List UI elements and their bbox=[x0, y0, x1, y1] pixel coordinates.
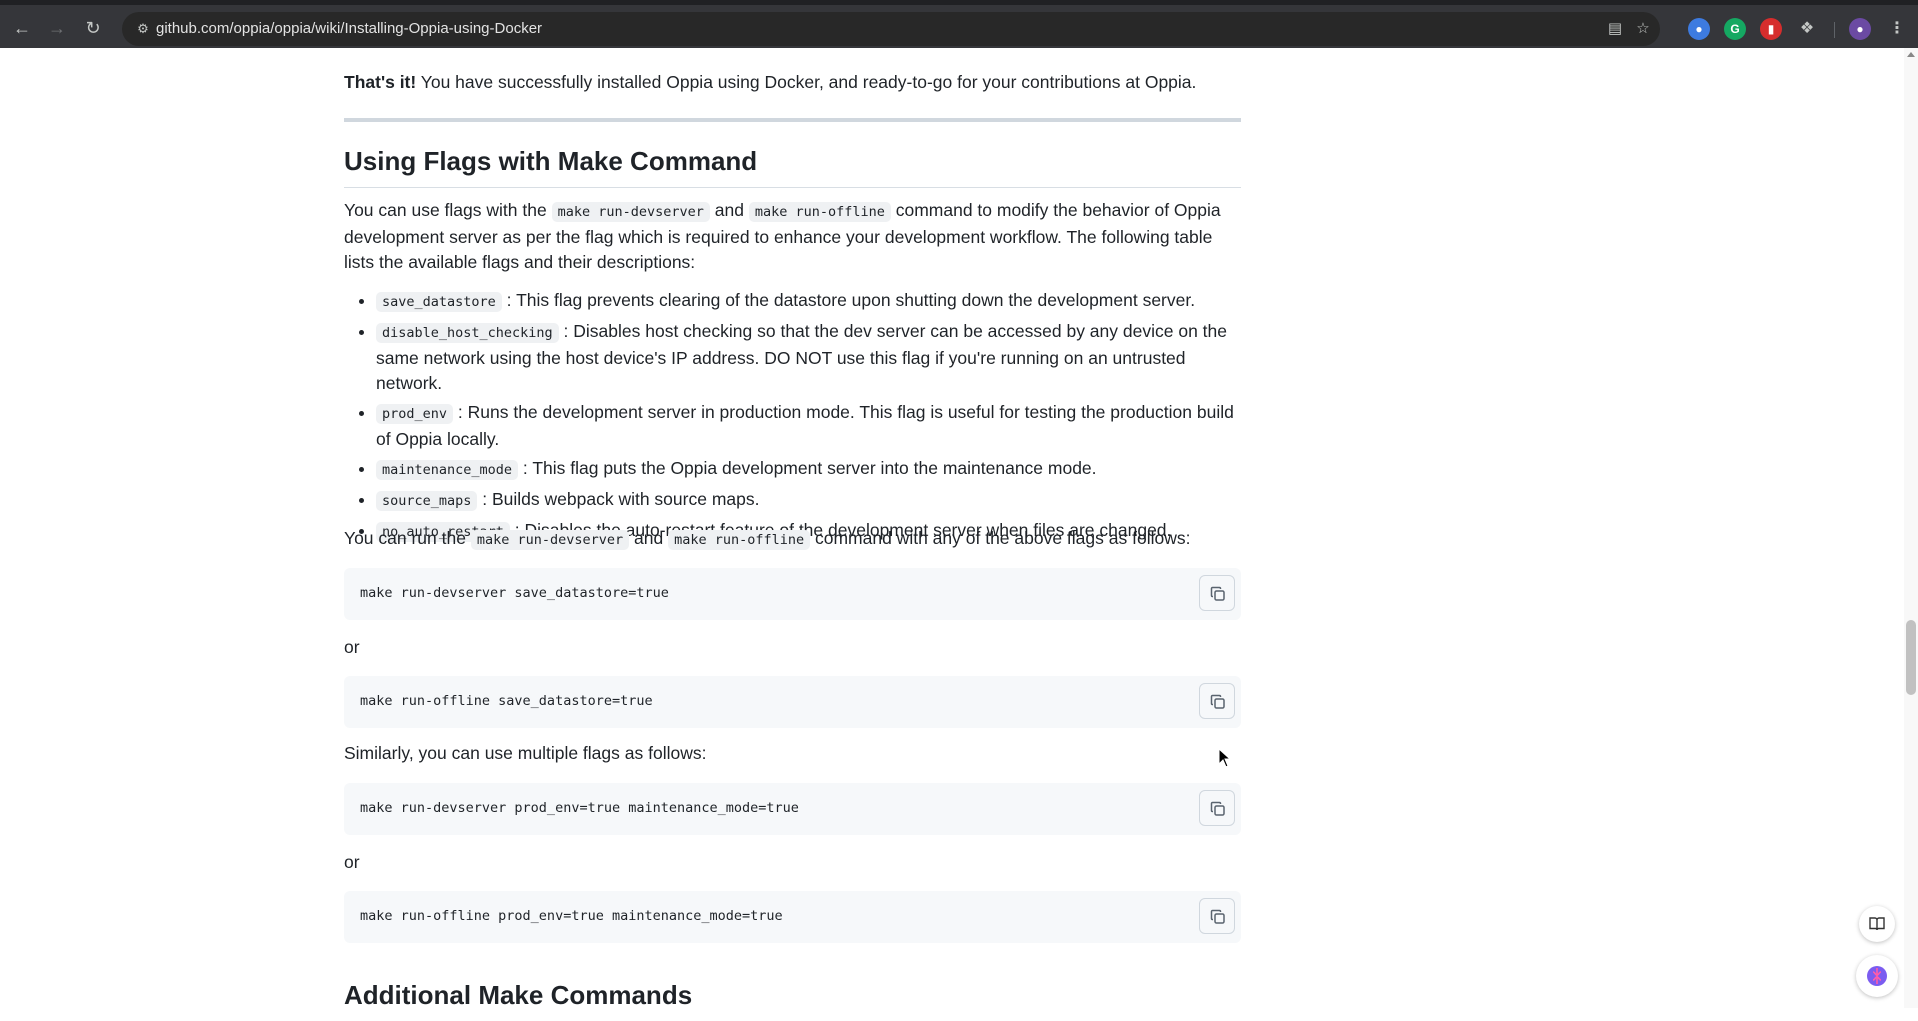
list-item: disable_host_checking : Disables host ch… bbox=[376, 319, 1241, 396]
reader-mode-button[interactable] bbox=[1859, 906, 1895, 942]
browser-menu-icon[interactable]: ⋮ bbox=[1886, 18, 1908, 40]
copy-icon bbox=[1210, 801, 1225, 816]
bookmark-star-icon[interactable]: ☆ bbox=[1632, 18, 1654, 40]
copy-button[interactable] bbox=[1199, 683, 1235, 719]
copy-icon bbox=[1210, 586, 1225, 601]
code-block-devserver-multi: make run-devserver prod_env=true mainten… bbox=[344, 783, 1241, 835]
multiple-flags-paragraph: Similarly, you can use multiple flags as… bbox=[344, 743, 707, 763]
reload-icon[interactable]: ↻ bbox=[80, 15, 106, 41]
extension-red-icon[interactable]: ▮ bbox=[1760, 18, 1782, 40]
page-scrollbar[interactable] bbox=[1904, 48, 1918, 1008]
code-block-devserver-save: make run-devserver save_datastore=true bbox=[344, 568, 1241, 620]
copy-button[interactable] bbox=[1199, 790, 1235, 826]
address-bar[interactable]: ⚙ github.com/oppia/oppia/wiki/Installing… bbox=[122, 12, 1660, 46]
grammarly-icon[interactable]: G bbox=[1724, 18, 1746, 40]
or-text: or bbox=[344, 852, 360, 872]
forward-arrow-icon[interactable]: → bbox=[44, 15, 70, 41]
brain-icon bbox=[1867, 966, 1887, 986]
list-item: prod_env : Runs the development server i… bbox=[376, 400, 1241, 452]
heading-additional-commands: Additional Make Commands bbox=[344, 980, 693, 1010]
list-item: source_maps : Builds webpack with source… bbox=[376, 487, 1241, 514]
toolbar-divider bbox=[1834, 22, 1835, 38]
book-icon bbox=[1869, 917, 1885, 931]
mouse-cursor-icon bbox=[1218, 748, 1232, 768]
flags-list: save_datastore : This flag prevents clea… bbox=[344, 288, 1241, 549]
list-item: maintenance_mode : This flag puts the Op… bbox=[376, 456, 1241, 483]
url-text[interactable]: github.com/oppia/oppia/wiki/Installing-O… bbox=[156, 20, 542, 37]
code-block-offline-multi: make run-offline prod_env=true maintenan… bbox=[344, 891, 1241, 943]
scroll-up-arrow-icon[interactable] bbox=[1907, 52, 1915, 57]
flags-intro-paragraph: You can use flags with the make run-devs… bbox=[344, 200, 1221, 272]
install-app-icon[interactable]: ▤ bbox=[1604, 18, 1626, 40]
scrollbar-thumb[interactable] bbox=[1906, 620, 1916, 695]
heading-using-flags: Using Flags with Make Command bbox=[344, 146, 1241, 188]
code-block-offline-save: make run-offline save_datastore=true bbox=[344, 676, 1241, 728]
success-paragraph: That's it! You have successfully install… bbox=[344, 72, 1197, 92]
site-info-icon[interactable]: ⚙ bbox=[134, 20, 152, 38]
run-flags-paragraph: You can run the make run-devserver and m… bbox=[344, 528, 1191, 550]
list-item: save_datastore : This flag prevents clea… bbox=[376, 288, 1241, 315]
or-text: or bbox=[344, 637, 360, 657]
extensions-puzzle-icon[interactable]: ❖ bbox=[1796, 18, 1818, 40]
copy-icon bbox=[1210, 694, 1225, 709]
horizontal-rule bbox=[344, 118, 1241, 122]
copy-button[interactable] bbox=[1199, 575, 1235, 611]
back-arrow-icon[interactable]: ← bbox=[9, 15, 35, 41]
browser-toolbar: ← → ↻ ⚙ github.com/oppia/oppia/wiki/Inst… bbox=[0, 0, 1918, 48]
profile-avatar[interactable]: ● bbox=[1849, 18, 1871, 40]
copy-button[interactable] bbox=[1199, 898, 1235, 934]
ai-assistant-button[interactable] bbox=[1856, 955, 1898, 997]
extension-blue-icon[interactable]: ● bbox=[1688, 18, 1710, 40]
copy-icon bbox=[1210, 909, 1225, 924]
